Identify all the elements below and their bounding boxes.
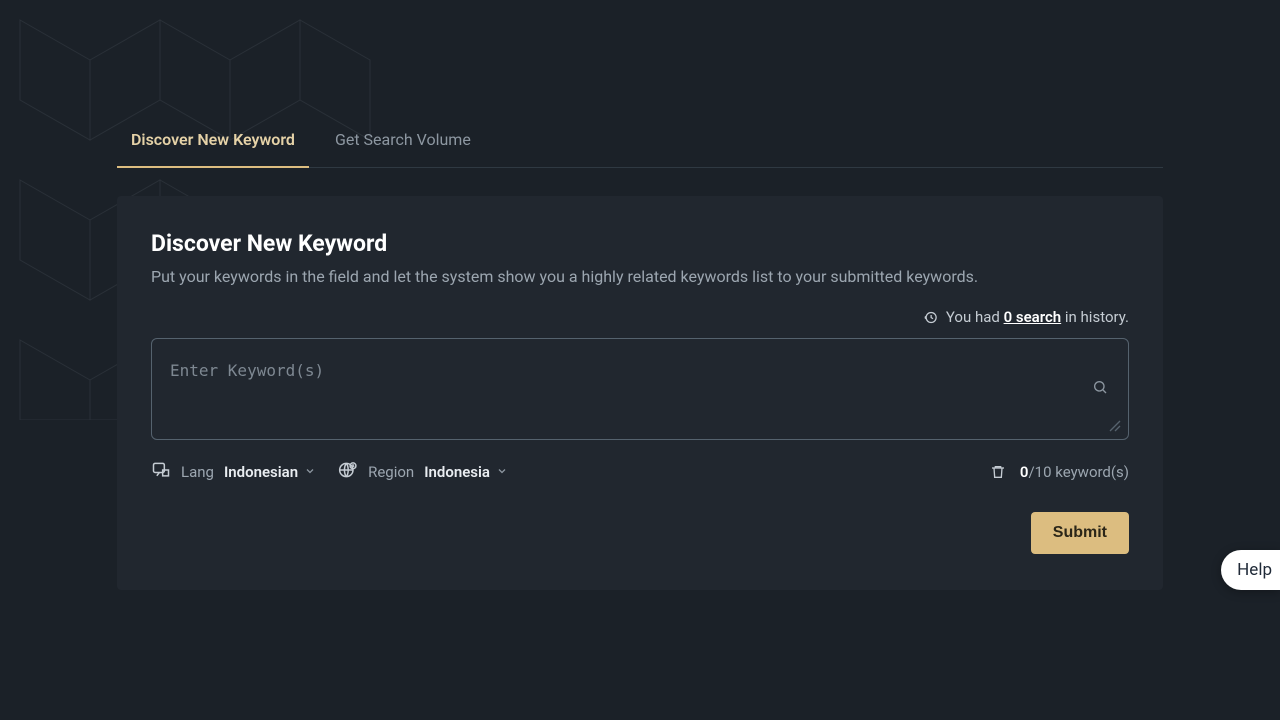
discover-keyword-card: Discover New Keyword Put your keywords i… (117, 196, 1163, 590)
card-description: Put your keywords in the field and let t… (151, 267, 1129, 286)
history-icon (923, 310, 938, 325)
lang-value: Indonesian (224, 463, 298, 481)
help-button[interactable]: Help (1221, 550, 1280, 590)
history-suffix: in history. (1061, 308, 1129, 326)
tab-get-search-volume[interactable]: Get Search Volume (335, 130, 471, 167)
globe-icon (338, 460, 358, 484)
region-value: Indonesia (424, 463, 490, 481)
region-label: Region (368, 463, 414, 481)
chevron-down-icon (496, 463, 508, 481)
card-title: Discover New Keyword (151, 230, 1129, 257)
message-icon (151, 460, 171, 484)
search-icon (1092, 379, 1108, 399)
keyword-count: 0/10 keyword(s) (1020, 463, 1129, 481)
tab-bar: Discover New Keyword Get Search Volume (117, 130, 1163, 168)
region-select[interactable]: Indonesia (424, 463, 508, 481)
options-row: Lang Indonesian (151, 460, 1129, 484)
lang-label: Lang (181, 463, 214, 481)
history-row: You had 0 search in history. (151, 308, 1129, 326)
tab-discover-new-keyword[interactable]: Discover New Keyword (131, 130, 295, 167)
lang-group: Lang Indonesian (151, 460, 316, 484)
region-group: Region Indonesia (338, 460, 508, 484)
history-prefix: You had (946, 308, 1004, 326)
trash-icon[interactable] (990, 464, 1006, 480)
keyword-count-max: /10 keyword(s) (1028, 463, 1129, 481)
submit-button[interactable]: Submit (1031, 512, 1129, 554)
keyword-input-wrap (151, 338, 1129, 440)
history-link[interactable]: 0 search (1004, 308, 1062, 326)
chevron-down-icon (304, 463, 316, 481)
resize-handle-icon (1108, 419, 1122, 433)
lang-select[interactable]: Indonesian (224, 463, 316, 481)
keyword-input[interactable] (152, 339, 1128, 435)
